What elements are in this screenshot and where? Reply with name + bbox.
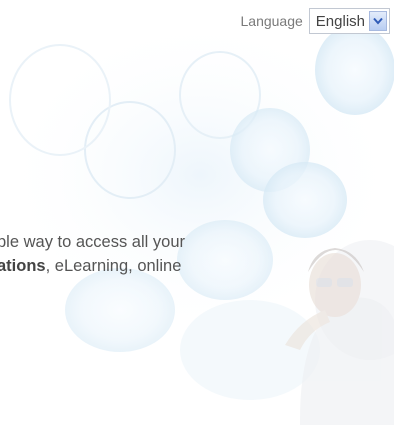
intro-text: ple way to access all your ations, eLear…: [0, 230, 185, 278]
intro-line-2-rest: , eLearning, online: [45, 257, 182, 275]
language-selector: Language English: [240, 8, 390, 34]
chevron-down-icon[interactable]: [369, 11, 387, 31]
language-selected-value: English: [315, 12, 365, 30]
hero-background-illustration: [0, 0, 394, 425]
intro-line-2: ations, eLearning, online: [0, 254, 185, 278]
intro-line-2-bold: ations: [0, 257, 46, 275]
intro-line-1: ple way to access all your: [0, 233, 186, 251]
language-label: Language: [240, 13, 303, 29]
page: Language English ple way to access all y…: [0, 0, 394, 425]
language-dropdown[interactable]: English: [308, 8, 390, 34]
